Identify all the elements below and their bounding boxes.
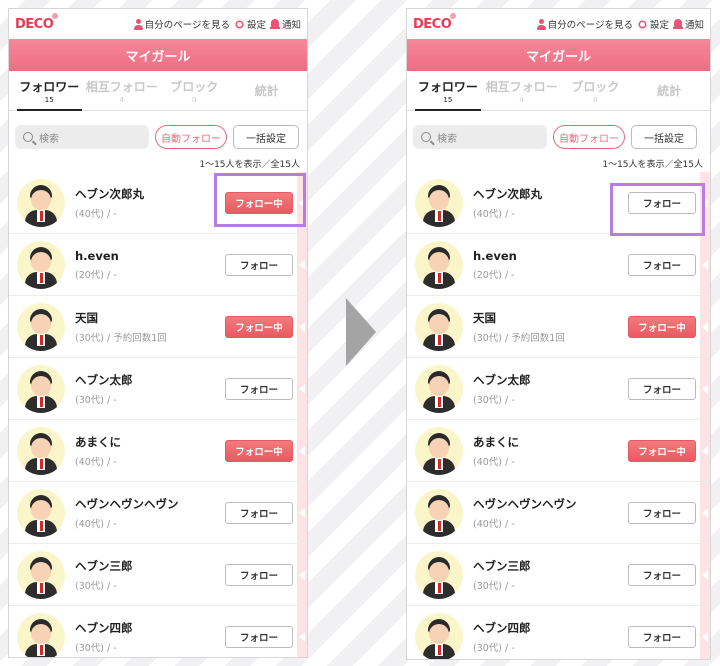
list-item[interactable]: ヘブン四郎 (30代) / - フォロー [407,606,710,659]
following-button[interactable]: フォロー中 [225,191,293,214]
following-button[interactable]: フォロー中 [628,315,696,338]
top-bar: DECO 自分のページを見る 設定 通知 [407,9,710,39]
follow-button[interactable]: フォロー [225,563,293,586]
avatar [17,302,65,351]
avatar [415,612,463,659]
list-item[interactable]: ヘブン太郎 (30代) / - フォロー [9,358,307,420]
avatar [17,240,65,289]
search-icon [421,132,431,142]
search-input[interactable]: 検索 [413,125,547,149]
top-bar: DECO 自分のページを見る 設定 通知 [9,9,307,39]
settings-link[interactable]: 設定 [233,17,266,31]
follow-button[interactable]: フォロー [628,625,696,648]
avatar [17,550,65,599]
following-button[interactable]: フォロー中 [225,439,293,462]
page-title: マイガール [407,39,710,71]
tab-mutual[interactable]: 相互フォロー 4 [86,71,159,110]
follow-button[interactable]: フォロー [225,625,293,648]
mypage-link[interactable]: 自分のページを見る [133,17,230,31]
result-count: 1〜15人を表示／全15人 [199,160,300,170]
auto-follow-button[interactable]: 自動フォロー [553,125,625,149]
avatar [17,488,65,537]
bell-icon [269,18,280,30]
following-button[interactable]: フォロー中 [225,315,293,338]
list-item[interactable]: ヘヴンヘヴンヘヴン (40代) / - フォロー [9,482,307,544]
search-icon [23,132,33,142]
list-item[interactable]: ヘヴンヘヴンヘヴン (40代) / - フォロー [407,482,710,544]
list-item[interactable]: h.even (20代) / - フォロー [407,234,710,296]
tab-stats[interactable]: 統計 [632,71,706,110]
follow-button[interactable]: フォロー [628,501,696,524]
follow-button[interactable]: フォロー [225,501,293,524]
person-icon [536,18,546,30]
mypage-link[interactable]: 自分のページを見る [536,17,633,31]
avatar [415,178,463,227]
notify-link[interactable]: 通知 [269,17,301,31]
follow-button[interactable]: フォロー [628,563,696,586]
screen-after: DECO 自分のページを見る 設定 通知 マイガール フォロワー 15 相互フォロ… [406,8,711,660]
search-input[interactable]: 検索 [15,125,149,149]
avatar [415,240,463,289]
avatar [415,426,463,475]
deco-logo[interactable]: DECO [413,12,457,32]
follower-list: ヘブン次郎丸 (40代) / - フォロー h.even (20代) / - フォロー 天国… [407,172,710,659]
gear-icon [233,18,245,30]
avatar [415,488,463,537]
avatar [415,550,463,599]
tab-stats[interactable]: 統計 [231,71,304,110]
result-count: 1〜15人を表示／全15人 [602,160,703,170]
list-item[interactable]: あまくに (40代) / - フォロー中 [9,420,307,482]
deco-logo[interactable]: DECO [15,12,59,32]
list-item[interactable]: ヘブン四郎 (30代) / - フォロー [9,606,307,657]
list-item[interactable]: ヘブン三郎 (30代) / - フォロー [407,544,710,606]
follow-button[interactable]: フォロー [225,377,293,400]
bell-icon [672,18,683,30]
list-item[interactable]: ヘブン次郎丸 (40代) / - フォロー [407,172,710,234]
following-button[interactable]: フォロー中 [628,439,696,462]
arrow-right-icon [346,298,376,366]
tab-followers[interactable]: フォロワー 15 [411,71,485,111]
follower-list: ヘブン次郎丸 (40代) / - フォロー中 h.even (20代) / - フォロー天… [9,172,307,657]
settings-link[interactable]: 設定 [636,17,669,31]
bulk-settings-button[interactable]: 一括設定 [631,125,697,149]
avatar [17,178,65,227]
avatar [17,612,65,657]
avatar [415,364,463,413]
list-item[interactable]: ヘブン太郎 (30代) / - フォロー [407,358,710,420]
list-item[interactable]: 天国 (30代) / 予約回数1回 フォロー中 [407,296,710,358]
screen-before: DECO 自分のページを見る 設定 通知 マイガール フォロワー 15 相互フォロ… [8,8,308,658]
tab-block[interactable]: ブロック 0 [158,71,231,110]
avatar [415,302,463,351]
avatar [17,426,65,475]
auto-follow-button[interactable]: 自動フォロー [155,125,227,149]
tab-bar: フォロワー 15 相互フォロー 4 ブロック 0 統計 [9,71,307,111]
follow-button[interactable]: フォロー [225,253,293,276]
list-item[interactable]: ヘブン三郎 (30代) / - フォロー [9,544,307,606]
tab-followers[interactable]: フォロワー 15 [13,71,86,111]
person-icon [133,18,143,30]
follow-button[interactable]: フォロー [628,253,696,276]
bulk-settings-button[interactable]: 一括設定 [233,125,299,149]
tab-mutual[interactable]: 相互フォロー 4 [485,71,559,110]
list-item[interactable]: 天国 (30代) / 予約回数1回 フォロー中 [9,296,307,358]
follow-button[interactable]: フォロー [628,191,696,214]
list-item[interactable]: ヘブン次郎丸 (40代) / - フォロー中 [9,172,307,234]
tab-bar: フォロワー 15 相互フォロー 4 ブロック 0 統計 [407,71,710,111]
tab-block[interactable]: ブロック 0 [559,71,633,110]
notify-link[interactable]: 通知 [672,17,704,31]
follow-button[interactable]: フォロー [628,377,696,400]
avatar [17,364,65,413]
list-item[interactable]: あまくに (40代) / - フォロー中 [407,420,710,482]
list-item[interactable]: h.even (20代) / - フォロー [9,234,307,296]
page-title: マイガール [9,39,307,71]
gear-icon [636,18,648,30]
